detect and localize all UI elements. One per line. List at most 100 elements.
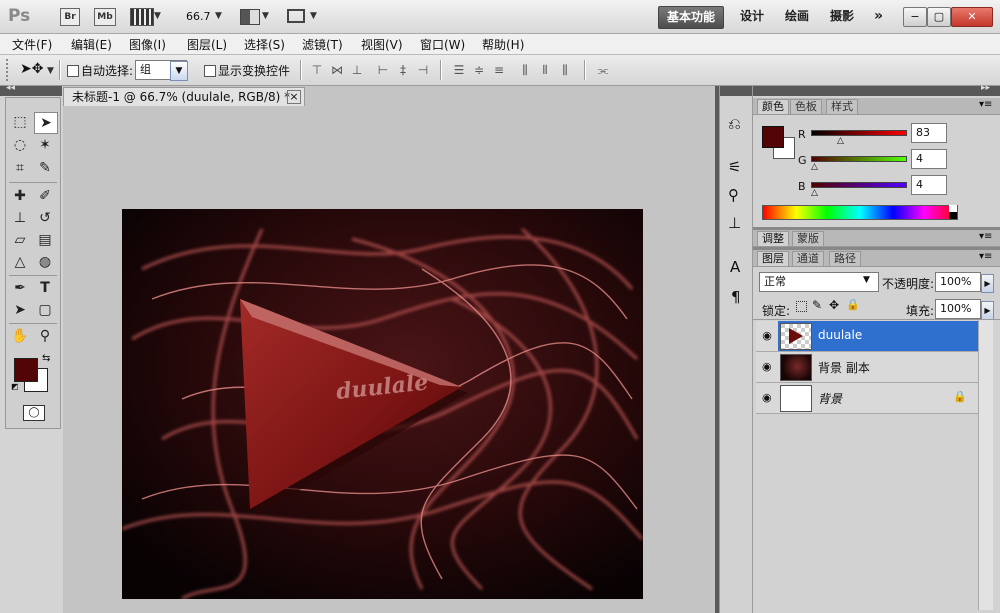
opacity-field[interactable]: 100% (935, 272, 981, 292)
brush-presets-icon[interactable]: ⚟ (728, 158, 741, 176)
eye-icon[interactable]: ◉ (762, 391, 776, 405)
align-hcenter-icon[interactable]: ‡ (396, 63, 410, 77)
chevron-right-icon[interactable]: ▶ (981, 274, 994, 293)
quick-mask-icon[interactable]: ◯ (23, 405, 45, 421)
g-slider-handle-icon[interactable]: △ (811, 162, 818, 172)
workspace-essentials[interactable]: 基本功能 (658, 6, 725, 29)
zoom-tool-icon[interactable]: ⚲ (34, 326, 56, 346)
blend-mode-select[interactable]: 正常 (759, 272, 879, 292)
zoom-level[interactable]: 66.7 (186, 10, 211, 23)
menu-help[interactable]: 帮助(H) (482, 36, 524, 53)
more-workspaces-button[interactable]: » (866, 6, 891, 27)
foreground-color-swatch[interactable] (14, 358, 38, 382)
tab-layers[interactable]: 图层 (757, 251, 789, 266)
view-extras-icon[interactable] (130, 8, 154, 26)
document-tab[interactable]: 未标题-1 @ 66.7% (duulale, RGB/8) * × (63, 87, 305, 106)
distribute-left-icon[interactable]: ⫼ (518, 63, 532, 77)
distribute-hcenter-icon[interactable]: ⫴ (538, 63, 552, 77)
r-slider[interactable] (811, 130, 907, 136)
lock-position-icon[interactable]: ✥ (829, 298, 839, 312)
align-vcenter-icon[interactable]: ⋈ (330, 63, 344, 77)
move-tool-icon[interactable]: ➤✥ (20, 61, 43, 77)
chevron-down-icon[interactable]: ▼ (262, 11, 269, 21)
ramp-black-swatch[interactable] (949, 212, 957, 219)
history-icon[interactable]: ⎌ (728, 114, 741, 134)
b-value-field[interactable]: 4 (911, 175, 947, 195)
eye-icon[interactable]: ◉ (756, 321, 778, 351)
chevron-down-icon[interactable]: ▼ (154, 11, 161, 21)
collapse-icon[interactable]: ▸▸ (981, 83, 990, 93)
marquee-tool-icon[interactable]: ⬚ (9, 112, 31, 132)
arrange-documents-icon[interactable] (240, 9, 260, 25)
brush-tool-icon[interactable]: ✐ (34, 186, 56, 206)
collapse-icon[interactable]: ◂◂ (6, 83, 15, 93)
pen-tool-icon[interactable]: ✒ (9, 278, 31, 298)
lock-pixels-icon[interactable]: ✎ (812, 298, 822, 312)
menu-layer[interactable]: 图层(L) (187, 36, 227, 53)
bridge-button[interactable]: Br (60, 8, 80, 26)
swap-colors-icon[interactable]: ⇆ (42, 353, 50, 364)
paragraph-icon[interactable]: ¶ (731, 288, 741, 306)
dock-header[interactable] (720, 86, 753, 96)
workspace-design[interactable]: 设计 (732, 6, 772, 27)
ramp-white-swatch[interactable] (949, 205, 957, 212)
menu-select[interactable]: 选择(S) (244, 36, 285, 53)
color-ramp[interactable] (762, 205, 958, 220)
distribute-vcenter-icon[interactable]: ≑ (472, 63, 486, 77)
hand-tool-icon[interactable]: ✋ (9, 326, 31, 346)
magic-wand-tool-icon[interactable]: ✶ (34, 135, 56, 155)
move-tool-icon[interactable]: ➤ (34, 112, 58, 134)
eye-icon[interactable]: ◉ (762, 360, 776, 374)
layer-row-background[interactable]: ◉ 背景 🔒 (756, 383, 978, 414)
path-selection-tool-icon[interactable]: ➤ (9, 300, 31, 320)
panel-menu-icon[interactable]: ▾≡ (979, 99, 992, 110)
tab-styles[interactable]: 样式 (826, 99, 858, 114)
align-left-icon[interactable]: ⊢ (376, 63, 390, 77)
eraser-tool-icon[interactable]: ▱ (9, 230, 31, 250)
align-top-icon[interactable]: ⊤ (310, 63, 324, 77)
menu-window[interactable]: 窗口(W) (420, 36, 465, 53)
align-bottom-icon[interactable]: ⊥ (350, 63, 364, 77)
workspace-painting[interactable]: 绘画 (777, 6, 817, 27)
character-icon[interactable]: A (730, 258, 740, 276)
canvas[interactable]: duulale (122, 209, 643, 599)
layer-row-background-copy[interactable]: ◉ 背景 副本 (756, 352, 978, 383)
screen-mode-icon[interactable] (287, 9, 305, 23)
chevron-down-icon[interactable]: ▼ (215, 11, 222, 21)
crop-tool-icon[interactable]: ⌗ (9, 158, 31, 178)
maximize-button[interactable]: ▢ (927, 7, 951, 27)
type-tool-icon[interactable]: T (34, 278, 56, 298)
chevron-down-icon[interactable]: ▼ (47, 66, 54, 76)
close-button[interactable]: ✕ (951, 7, 993, 27)
toolbox-dock-header[interactable]: ◂◂ (0, 83, 62, 96)
menu-image[interactable]: 图像(I) (129, 36, 166, 53)
chevron-down-icon[interactable]: ▼ (863, 275, 870, 285)
auto-select-checkbox[interactable] (67, 65, 79, 77)
menu-filter[interactable]: 滤镜(T) (302, 36, 343, 53)
close-document-button[interactable]: × (287, 90, 301, 104)
shape-tool-icon[interactable]: ▢ (34, 300, 56, 320)
dock-header[interactable]: ▸▸ (753, 83, 1000, 96)
grip-icon[interactable] (6, 59, 12, 81)
dodge-tool-icon[interactable]: ◍ (34, 252, 56, 272)
layer-row-duulale[interactable]: ◉ duulale (756, 321, 978, 352)
minimize-button[interactable]: − (903, 7, 927, 27)
tab-swatches[interactable]: 色板 (790, 99, 822, 114)
brushes-icon[interactable]: ⚲ (728, 186, 739, 204)
color-panel-foreground-swatch[interactable] (762, 126, 784, 148)
tab-adjustments[interactable]: 调整 (757, 231, 789, 246)
menu-view[interactable]: 视图(V) (361, 36, 403, 53)
r-value-field[interactable]: 83 (911, 123, 947, 143)
clone-source-icon[interactable]: ⊥ (728, 214, 741, 232)
panel-menu-icon[interactable]: ▾≡ (979, 231, 992, 242)
panel-menu-icon[interactable]: ▾≡ (979, 251, 992, 262)
distribute-top-icon[interactable]: ☰ (452, 63, 466, 77)
fill-field[interactable]: 100% (935, 299, 981, 319)
menu-file[interactable]: 文件(F) (12, 36, 52, 53)
b-slider[interactable] (811, 182, 907, 188)
distribute-right-icon[interactable]: ⫼ (558, 63, 572, 77)
g-value-field[interactable]: 4 (911, 149, 947, 169)
g-slider[interactable] (811, 156, 907, 162)
layers-scrollbar[interactable] (978, 320, 993, 610)
eyedropper-tool-icon[interactable]: ✎ (34, 158, 56, 178)
